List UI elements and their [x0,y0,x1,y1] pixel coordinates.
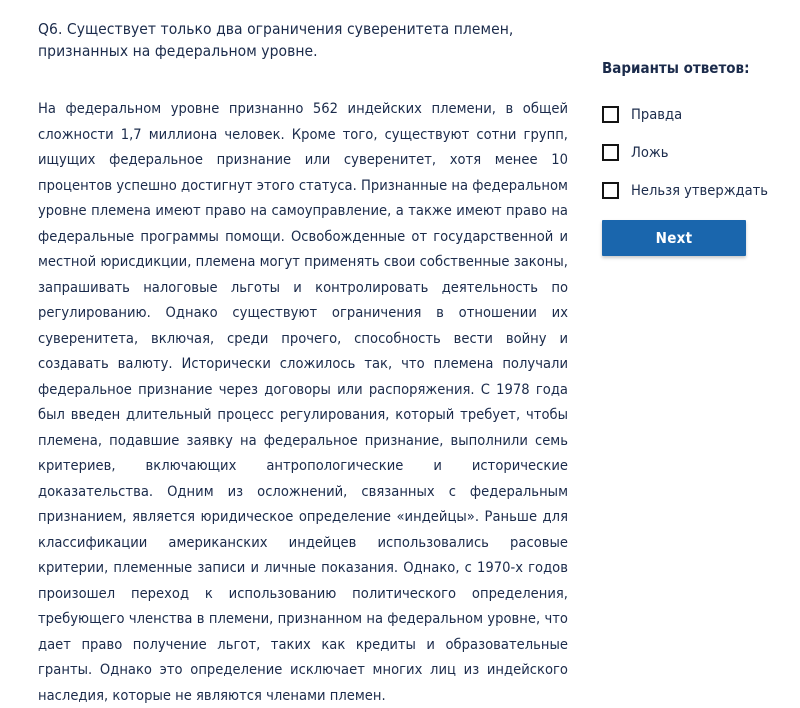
answer-option-cannot-say[interactable]: Нельзя утверждать [602,182,782,199]
answer-option-label: Правда [631,106,683,123]
answer-option-label: Нельзя утверждать [631,182,769,199]
quiz-page: Q6. Существует только два ограничения су… [0,0,800,704]
checkbox-icon[interactable] [602,144,619,161]
checkbox-icon[interactable] [602,106,619,123]
checkbox-icon[interactable] [602,182,619,199]
answer-option-false[interactable]: Ложь [602,144,782,161]
question-title: Q6. Существует только два ограничения су… [38,20,514,60]
answer-option-true[interactable]: Правда [602,106,782,123]
answers-panel: Варианты ответов: Правда Ложь Нельзя утв… [602,58,782,256]
question-passage: На федеральном уровне признанно 562 инде… [38,100,568,704]
next-button[interactable]: Next [602,220,746,256]
answer-option-label: Ложь [631,144,669,161]
question-column: Q6. Существует только два ограничения су… [38,18,568,708]
answers-heading: Варианты ответов: [602,59,750,77]
